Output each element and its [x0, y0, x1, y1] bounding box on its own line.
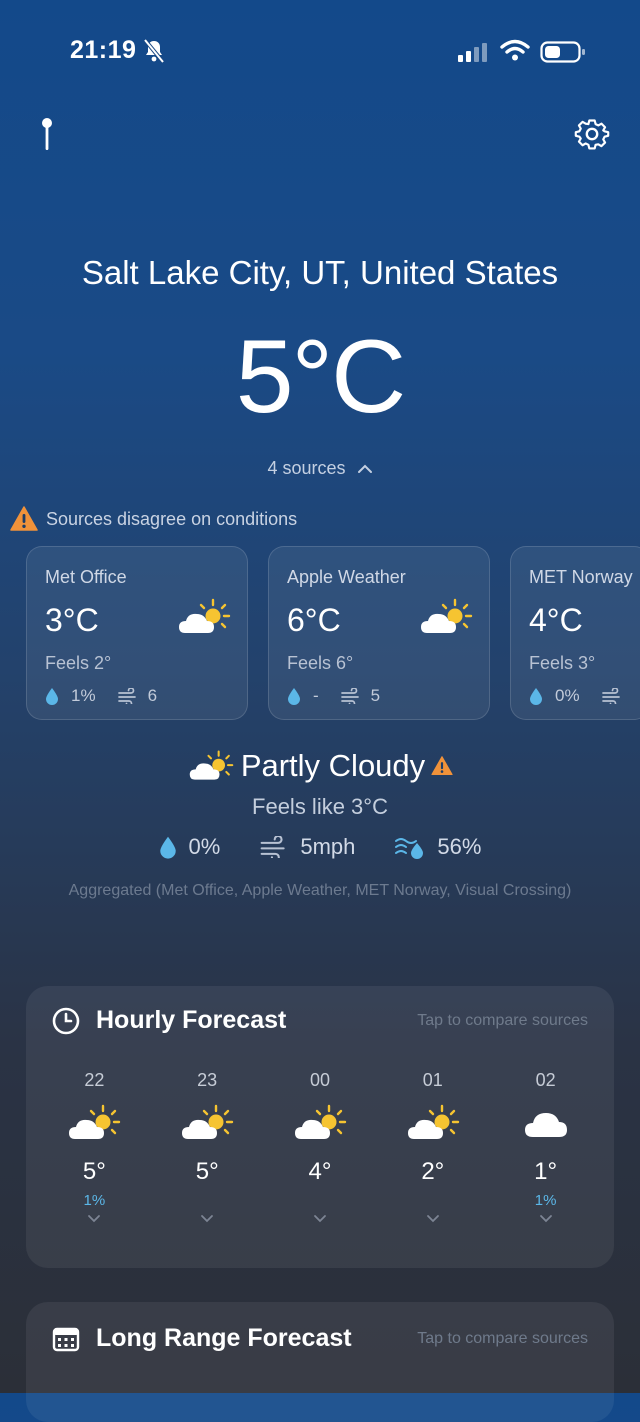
hour-temp: 5°: [195, 1158, 219, 1185]
hour-item[interactable]: 02 1° 1%: [489, 1070, 602, 1228]
partly-cloudy-icon: [294, 1104, 347, 1139]
hour-precip: [376, 1192, 489, 1210]
aggregated-sources-note: Aggregated (Met Office, Apple Weather, M…: [68, 882, 572, 899]
warning-icon[interactable]: [431, 756, 453, 776]
long-range-title: Long Range Forecast: [52, 1324, 352, 1353]
wind-icon: [601, 688, 620, 704]
source-feels: Feels 2°: [45, 653, 112, 673]
source-temp: 4°C: [529, 602, 583, 638]
source-precip: 1%: [71, 686, 96, 705]
hourly-forecast-panel[interactable]: Hourly Forecast Tap to compare sources 2…: [26, 986, 614, 1268]
chevron-up-icon: [357, 464, 372, 473]
clock-icon: [52, 1007, 80, 1034]
battery-icon: [540, 41, 585, 63]
raindrop-icon: [288, 688, 300, 705]
partly-cloudy-icon: [421, 598, 473, 633]
hour-temp: 5°: [82, 1158, 106, 1185]
precip-value: 0%: [188, 834, 221, 859]
hour-label: 22: [84, 1070, 105, 1090]
hour-precip: 1%: [83, 1192, 106, 1209]
long-range-title-text: Long Range Forecast: [96, 1324, 352, 1352]
partly-cloudy-icon: [179, 598, 231, 633]
calendar-icon: [52, 1327, 80, 1351]
long-range-forecast-panel[interactable]: Long Range Forecast Tap to compare sourc…: [26, 1302, 614, 1422]
chevron-down-icon[interactable]: [200, 1214, 214, 1223]
cellular-signal-icon: [458, 43, 487, 62]
hour-item[interactable]: 00 4°: [264, 1070, 377, 1228]
source-wind: 5: [370, 686, 381, 705]
sources-toggle[interactable]: 4 sources: [0, 458, 640, 479]
source-card-met-office[interactable]: Met Office 3°C Feels 2° 1% 6: [26, 546, 248, 720]
chevron-down-icon[interactable]: [426, 1214, 440, 1223]
source-card-met-norway[interactable]: MET Norway 4°C Feels 3° 0%: [510, 546, 640, 720]
humidity-icon: [395, 838, 424, 859]
source-wind: 6: [147, 686, 158, 705]
condition-label: Partly Cloudy: [240, 748, 426, 783]
hour-temp: 1°: [534, 1158, 558, 1185]
wind-icon: [117, 688, 136, 704]
partly-cloudy-icon: [69, 1104, 121, 1139]
source-name: Met Office: [45, 567, 127, 587]
cloud-icon: [524, 1113, 567, 1137]
partly-cloudy-icon: [407, 1104, 459, 1139]
sources-toggle-label: 4 sources: [267, 458, 346, 478]
wifi-icon: [500, 39, 530, 61]
hour-item[interactable]: 22 5° 1%: [38, 1070, 151, 1228]
source-precip: -: [313, 686, 319, 705]
source-card-apple-weather[interactable]: Apple Weather 6°C Feels 6° - 5: [268, 546, 490, 720]
status-time: 21:19: [70, 36, 137, 64]
hour-label: 02: [535, 1070, 556, 1090]
hour-precip: 1%: [534, 1192, 557, 1209]
chevron-down-icon[interactable]: [87, 1214, 101, 1223]
location-name: Salt Lake City, UT, United States: [81, 254, 559, 291]
compare-sources-hint: Tap to compare sources: [417, 1012, 588, 1029]
hourly-title-text: Hourly Forecast: [96, 1006, 287, 1034]
current-temperature: 5°C: [235, 319, 407, 435]
chevron-down-icon[interactable]: [539, 1214, 553, 1223]
hour-precip: [264, 1192, 377, 1210]
raindrop-icon: [46, 688, 58, 705]
hour-precip: [151, 1192, 264, 1210]
hour-item[interactable]: 01 2°: [376, 1070, 489, 1228]
hourly-forecast-title: Hourly Forecast: [52, 1006, 286, 1035]
compare-sources-hint: Tap to compare sources: [417, 1330, 588, 1347]
source-feels: Feels 3°: [529, 653, 596, 673]
hour-label: 23: [197, 1070, 218, 1090]
chevron-down-icon[interactable]: [313, 1214, 327, 1223]
partly-cloudy-icon: [189, 750, 234, 780]
hour-label: 00: [309, 1070, 330, 1090]
source-feels: Feels 6°: [287, 653, 354, 673]
hour-temp: 2°: [421, 1158, 445, 1185]
raindrop-icon: [530, 688, 542, 705]
hour-label: 01: [422, 1070, 443, 1090]
source-name: Apple Weather: [287, 567, 406, 587]
condition-stats: 0% 5mph 56%: [0, 834, 640, 860]
warning-icon: [10, 506, 38, 531]
source-name: MET Norway: [529, 567, 633, 587]
condition-summary: Partly Cloudy: [0, 748, 640, 784]
humidity-value: 56%: [437, 834, 482, 859]
warning-text: Sources disagree on conditions: [46, 508, 298, 529]
wind-value: 5mph: [300, 834, 356, 859]
wind-icon: [340, 688, 359, 704]
disagreement-warning: Sources disagree on conditions: [10, 506, 297, 532]
hour-item[interactable]: 23 5°: [151, 1070, 264, 1228]
partly-cloudy-icon: [182, 1104, 234, 1139]
raindrop-icon: [159, 836, 176, 859]
source-precip: 0%: [555, 686, 580, 705]
location-pin-icon[interactable]: [38, 116, 56, 152]
settings-gear-icon[interactable]: [574, 116, 610, 152]
wind-icon: [260, 836, 285, 858]
feels-like: Feels like 3°C: [252, 794, 388, 819]
bell-slash-icon: [143, 38, 165, 64]
hour-temp: 4°: [308, 1158, 332, 1185]
